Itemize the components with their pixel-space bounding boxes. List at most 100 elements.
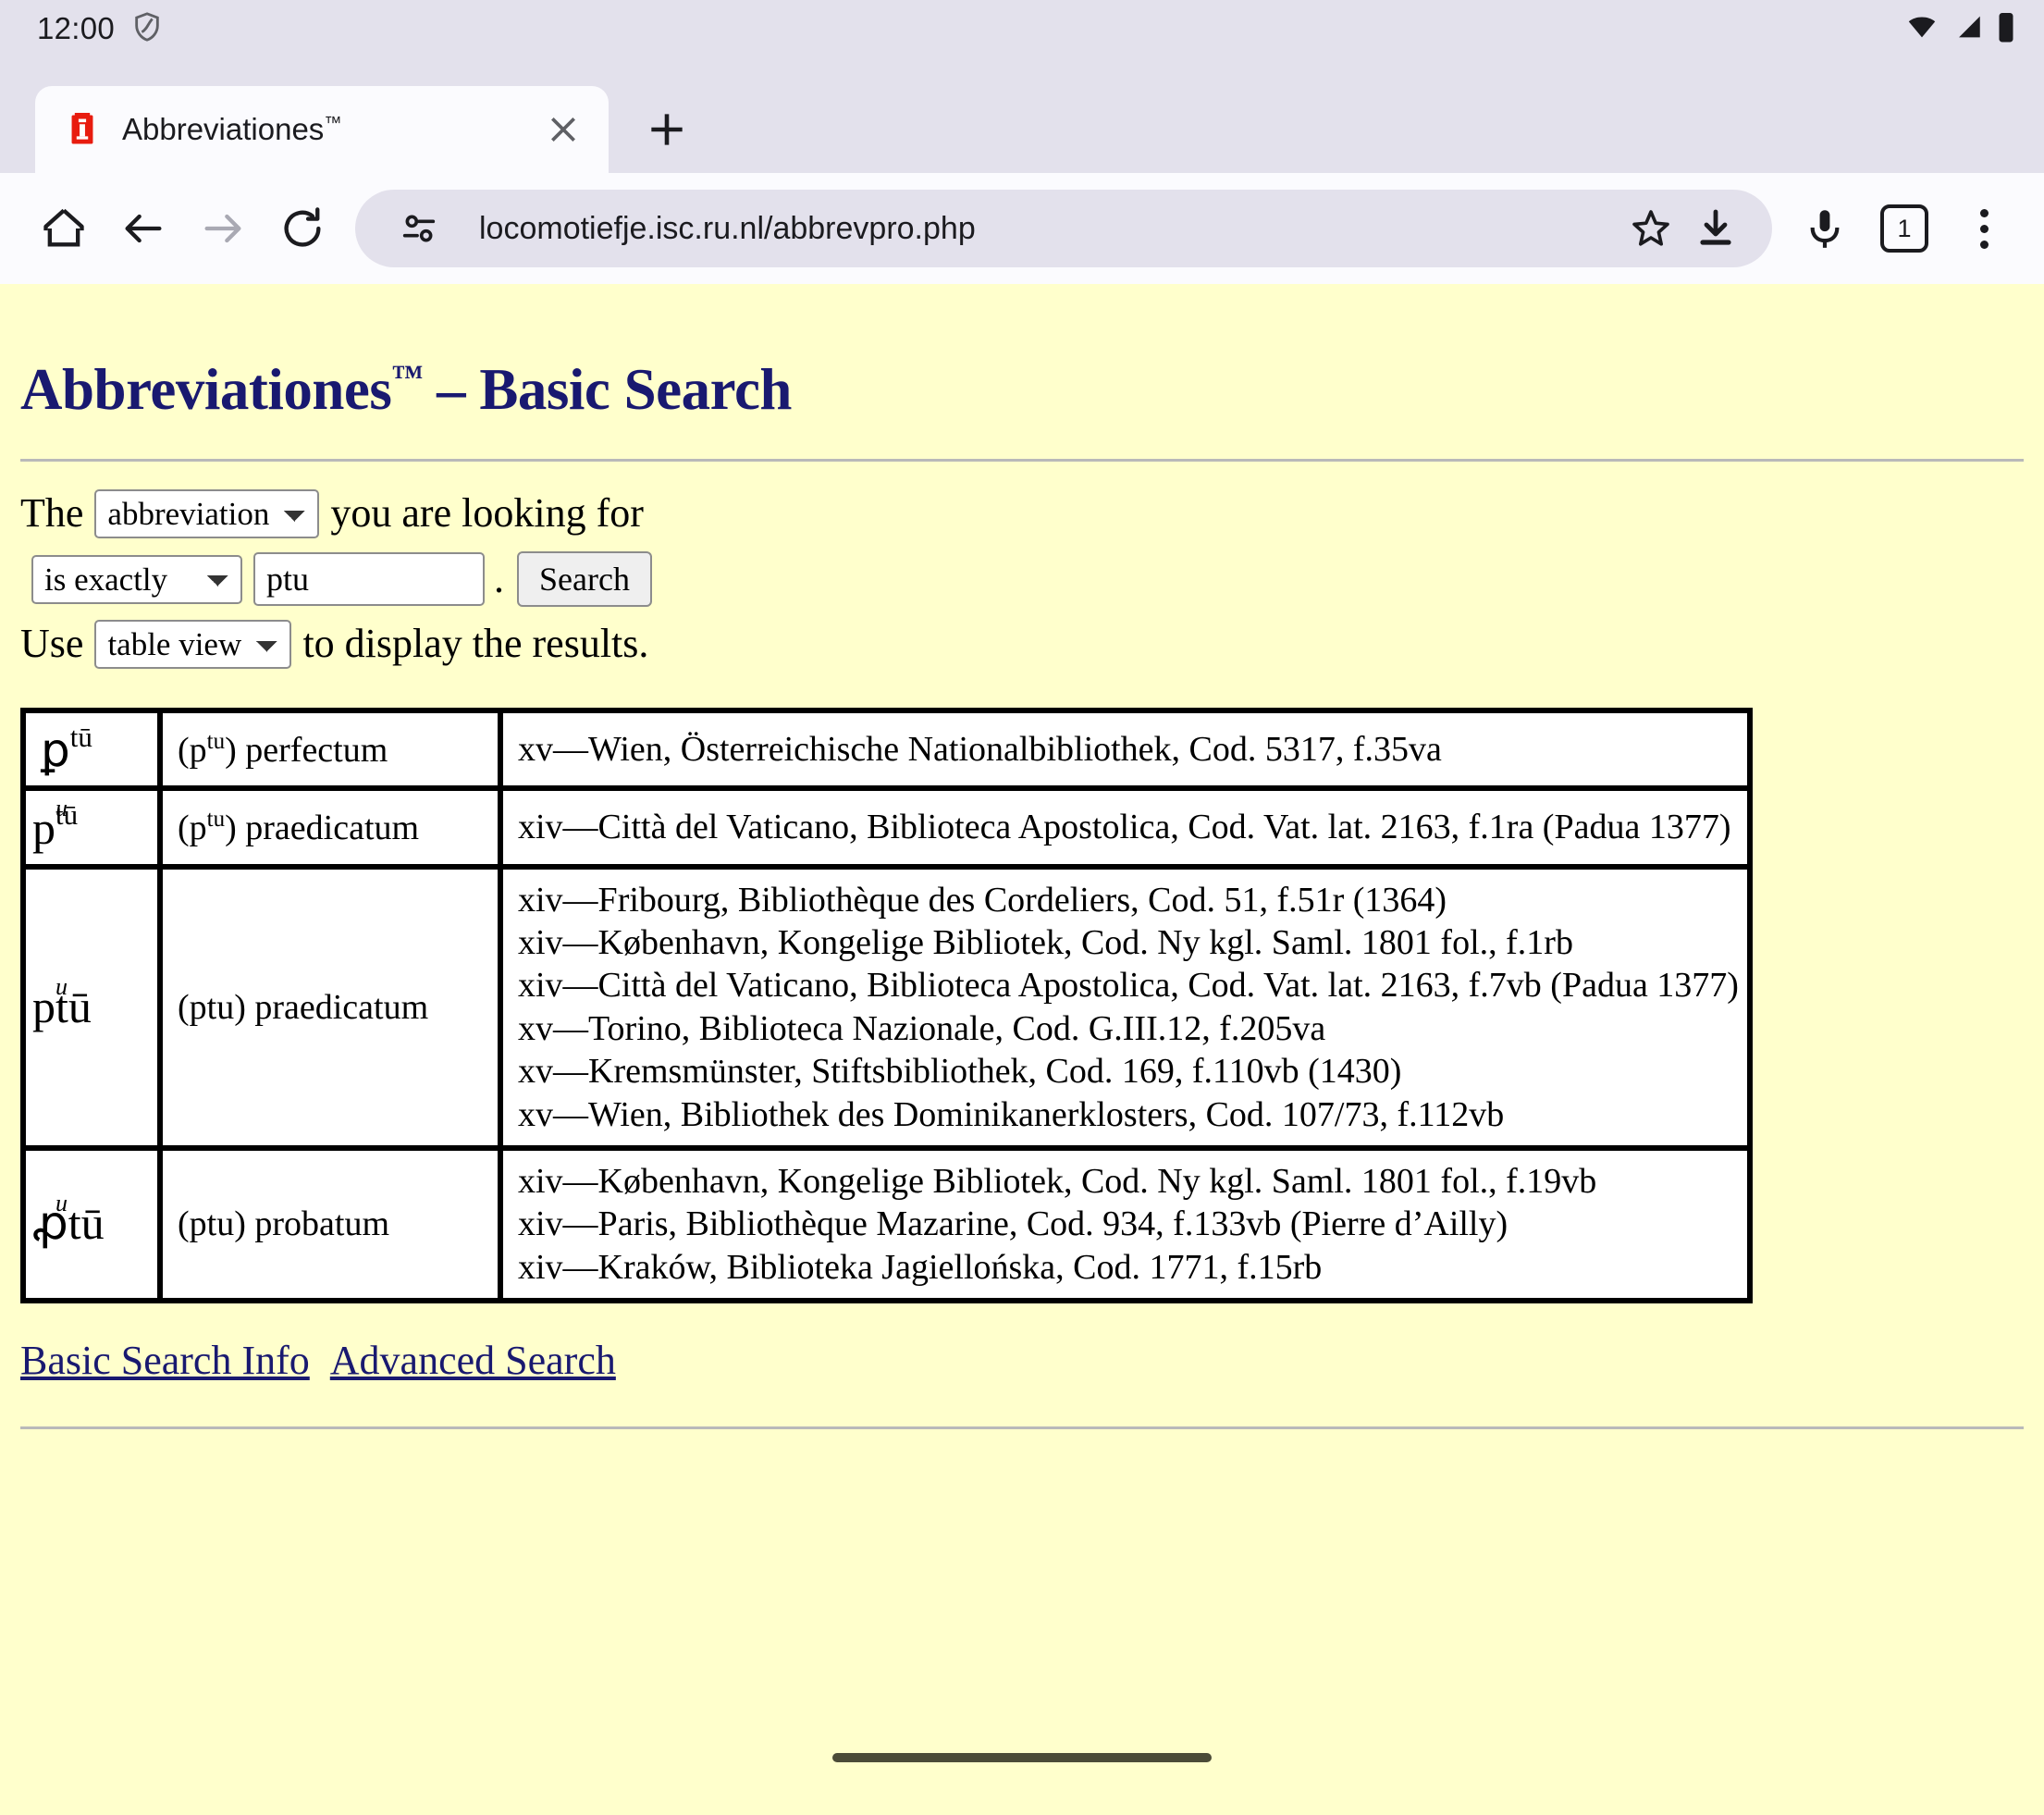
tab-strip: Abbreviationes™ [0,57,2044,173]
expansion-abbr-sup: tu [207,807,225,832]
tab-switcher-button[interactable]: 1 [1865,189,1944,268]
glyph-base: ꝑ [41,724,70,776]
view-suffix-label: to display the results. [302,622,648,666]
expansion-cell: (ptu) probatum [160,1148,500,1301]
search-form-line-3: Use table view to display the results. [20,620,2024,669]
menu-dots [1980,209,1989,249]
reload-icon[interactable] [263,189,342,268]
citations-cell: xiv—Fribourg, Bibliothèque des Cordelier… [500,867,1750,1148]
citation-line: xiv—København, Kongelige Bibliotek, Cod.… [518,921,1732,964]
citations-cell: xv—Wien, Österreichische Nationalbibliot… [500,710,1750,788]
expansion-open-paren: ( [178,809,190,847]
page-title-trademark: ™ [391,360,423,394]
tab-title: Abbreviationes™ [122,112,542,147]
basic-search-info-link[interactable]: Basic Search Info [20,1338,310,1383]
field-type-select[interactable]: abbreviation [94,489,319,538]
abbreviation-glyph: uꝓtū [41,1199,105,1248]
glyph-base: p [32,981,55,1032]
back-arrow-icon[interactable] [104,189,183,268]
expansion-open-paren: ( [178,731,190,770]
citation-line: xv—Kremsmünster, Stiftsbibliothek, Cod. … [518,1050,1732,1093]
view-mode-select[interactable]: table view [94,620,291,669]
battery-icon [1996,10,2016,48]
view-prefix-label: Use [20,622,83,666]
citation-line: xv—Wien, Österreichische Nationalbibliot… [518,728,1732,771]
abbreviation-glyph-cell: uptū [23,788,160,866]
citation-line: xv—Torino, Biblioteca Nazionale, Cod. G.… [518,1007,1732,1050]
citation-line: xiv—Fribourg, Bibliothèque des Cordelier… [518,879,1732,921]
citation-line: xiv—Città del Vaticano, Biblioteca Apost… [518,964,1732,1006]
status-clock: 12:00 [37,11,115,46]
android-status-bar: 12:00 [0,0,2044,57]
page-content: Abbreviationes™ – Basic Search The abbre… [0,284,2044,1699]
glyph-superscript: tū [70,721,92,753]
page-title-suffix: – Basic Search [423,357,792,422]
abbreviationes-favicon [65,112,100,147]
expansion-abbr: p [190,731,207,770]
download-icon[interactable] [1683,196,1748,261]
form-prefix-label: The [20,491,83,536]
page-title-main: Abbreviationes [20,357,391,422]
footer-divider [20,1426,2024,1429]
expansion-cell: (ptu) perfectum [160,710,500,788]
expansion-word: (ptu) praedicatum [178,988,428,1027]
table-row: uptū (ptu) praedicatum xiv—Fribourg, Bib… [23,867,1750,1148]
new-tab-button[interactable] [625,86,708,173]
tab-title-trademark: ™ [324,114,341,133]
expansion-cell: (ptu) praedicatum [160,788,500,866]
advanced-search-link[interactable]: Advanced Search [330,1338,616,1383]
citations-cell: xiv—Città del Vaticano, Biblioteca Apost… [500,788,1750,866]
table-row: ꝑtū (ptu) perfectum xv—Wien, Österreichi… [23,710,1750,788]
search-input[interactable] [253,552,485,606]
star-icon[interactable] [1619,196,1683,261]
signal-icon [1952,11,1985,47]
microphone-icon[interactable] [1785,189,1865,268]
shield-icon [131,11,163,47]
glyph-base: p [32,802,55,854]
footer-links: Basic Search Info Advanced Search [20,1337,2024,1384]
expansion-word: praedicatum [245,809,419,847]
close-icon[interactable] [542,108,585,151]
url-text[interactable]: locomotiefje.isc.ru.nl/abbrevpro.php [479,211,1619,247]
home-icon[interactable] [24,189,104,268]
citations-cell: xiv—København, Kongelige Bibliotek, Cod.… [500,1148,1750,1301]
abbreviation-glyph-cell: uptū [23,867,160,1148]
citation-line: xiv—København, Kongelige Bibliotek, Cod.… [518,1160,1732,1203]
results-table-body: ꝑtū (ptu) perfectum xv—Wien, Österreichi… [23,710,1750,1301]
browser-toolbar: locomotiefje.isc.ru.nl/abbrevpro.php 1 [0,173,2044,284]
browser-tab[interactable]: Abbreviationes™ [35,86,609,173]
expansion-abbr-sup: tu [207,729,225,754]
expansion-close-paren: ) [225,731,245,770]
search-button[interactable]: Search [517,551,652,607]
more-vert-icon[interactable] [1944,189,2024,268]
expansion-word: (ptu) probatum [178,1204,389,1243]
abbreviation-glyph: uptū [41,800,78,853]
citation-line: xiv—Città del Vaticano, Biblioteca Apost… [518,806,1732,848]
glyph-superscript-u: u [55,974,68,999]
expansion-abbr: p [190,809,207,847]
search-form-line-1: The abbreviation you are looking for [20,489,2024,538]
gesture-pill[interactable] [832,1753,1212,1762]
page-info-icon[interactable] [387,196,451,261]
expansion-word: perfectum [245,731,388,770]
status-bar-right [1903,10,2016,48]
form-period: . [494,557,504,601]
search-form-line-2: is exactly . Search [20,551,2024,607]
abbreviation-glyph-cell: ꝑtū [23,710,160,788]
citation-line: xiv—Paris, Bibliothèque Mazarine, Cod. 9… [518,1203,1732,1245]
page-title: Abbreviationes™ – Basic Search [20,356,2024,424]
match-mode-select[interactable]: is exactly [31,555,242,604]
android-gesture-nav-bar [0,1699,2044,1815]
forward-arrow-icon [183,189,263,268]
citation-line: xiv—Kraków, Biblioteka Jagiellońska, Cod… [518,1246,1732,1289]
expansion-close-paren: ) [225,809,245,847]
citation-line: xv—Wien, Bibliothek des Dominikanerklost… [518,1093,1732,1136]
abbreviation-glyph-cell: uꝓtū [23,1148,160,1301]
wifi-icon [1903,11,1940,47]
omnibox[interactable]: locomotiefje.isc.ru.nl/abbrevpro.php [355,190,1772,267]
tab-count-label: 1 [1880,204,1928,253]
form-mid-label: you are looking for [330,491,643,536]
results-table: ꝑtū (ptu) perfectum xv—Wien, Österreichi… [20,708,1753,1303]
status-bar-left: 12:00 [37,11,163,47]
abbreviation-glyph: uptū [41,982,92,1031]
